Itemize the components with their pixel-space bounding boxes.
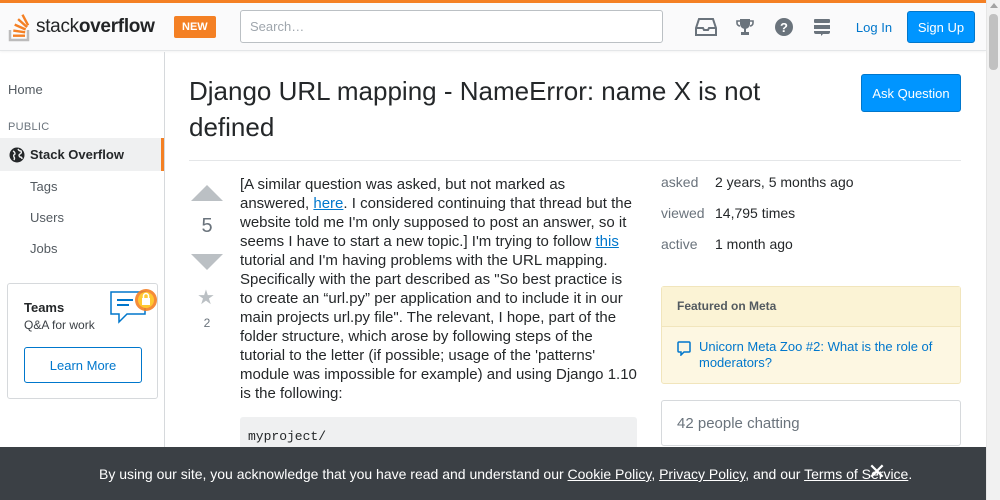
sidebar-item-label: Stack Overflow xyxy=(30,147,124,162)
teams-illustration-icon xyxy=(110,289,157,324)
meta-item[interactable]: Unicorn Meta Zoo #2: What is the role of… xyxy=(677,339,952,371)
left-sidebar: Home PUBLIC Stack Overflow Tags Users Jo… xyxy=(0,52,165,500)
inbox-icon[interactable] xyxy=(695,16,717,38)
stat-viewed-label: viewed xyxy=(661,205,705,221)
stat-asked-value: 2 years, 5 months ago xyxy=(715,174,854,190)
svg-text:?: ? xyxy=(780,20,788,35)
page-scrollbar[interactable] xyxy=(986,0,1000,500)
sidebar-item-home[interactable]: Home xyxy=(8,82,43,97)
favorite-star-icon[interactable]: ★ xyxy=(197,288,215,308)
trophy-icon[interactable] xyxy=(734,16,756,38)
vote-count: 5 xyxy=(201,215,213,237)
stat-active-value[interactable]: 1 month ago xyxy=(715,236,793,252)
help-icon[interactable]: ? xyxy=(773,16,795,38)
terms-of-service-link[interactable]: Terms of Service xyxy=(804,466,908,482)
ask-question-button[interactable]: Ask Question xyxy=(861,74,961,112)
sidebar-section-public: PUBLIC xyxy=(8,121,50,133)
scroll-thumb[interactable] xyxy=(989,14,998,70)
meta-chat-icon xyxy=(677,341,691,356)
cookie-text: By using our site, you acknowledge that … xyxy=(99,466,912,482)
search-input[interactable] xyxy=(240,10,663,43)
cookie-text-2: , and our xyxy=(745,466,805,482)
stat-active-label: active xyxy=(661,236,698,252)
question-body: [A similar question was asked, but not m… xyxy=(240,175,637,403)
sidebar-item-users[interactable]: Users xyxy=(30,210,64,225)
cookie-policy-link[interactable]: Cookie Policy xyxy=(568,466,652,482)
login-button[interactable]: Log In xyxy=(845,11,903,43)
link-here[interactable]: here xyxy=(313,195,343,212)
cookie-banner: By using our site, you acknowledge that … xyxy=(0,447,986,500)
new-badge[interactable]: NEW xyxy=(174,16,216,38)
logo-suffix: overflow xyxy=(78,16,155,37)
title-divider xyxy=(189,160,961,161)
stack-exchange-icon[interactable] xyxy=(811,16,833,38)
top-header: stackoverflow NEW ? Log In Sign Up xyxy=(0,3,986,51)
teams-subtitle: Q&A for work xyxy=(24,318,95,332)
learn-more-button[interactable]: Learn More xyxy=(24,347,142,383)
sidebar-item-tags[interactable]: Tags xyxy=(30,179,57,194)
cookie-text-1: By using our site, you acknowledge that … xyxy=(99,466,568,482)
chat-widget[interactable]: 42 people chatting xyxy=(661,400,961,446)
body-text-3: tutorial and I'm having problems with th… xyxy=(240,252,637,402)
cookie-text-3: . xyxy=(908,466,913,482)
logo-prefix: stack xyxy=(36,16,79,37)
sidebar-item-stack-overflow[interactable]: Stack Overflow xyxy=(0,138,164,171)
signup-button[interactable]: Sign Up xyxy=(907,11,975,43)
stat-asked-label: asked xyxy=(661,174,699,190)
close-icon[interactable]: ✕ xyxy=(867,461,887,483)
meta-item-link[interactable]: Unicorn Meta Zoo #2: What is the role of… xyxy=(699,339,952,371)
globe-icon xyxy=(9,147,25,163)
privacy-policy-link[interactable]: Privacy Policy xyxy=(659,466,745,482)
stackoverflow-logo[interactable]: stackoverflow xyxy=(8,11,155,43)
featured-on-meta: Featured on Meta Unicorn Meta Zoo #2: Wh… xyxy=(661,286,961,384)
question-title[interactable]: Django URL mapping - NameError: name X i… xyxy=(189,73,829,145)
stat-viewed-value: 14,795 times xyxy=(715,205,796,221)
cookie-sep: , xyxy=(651,466,660,482)
chat-count-text: 42 people chatting xyxy=(677,415,800,432)
teams-promo: Teams Q&A for work Learn More xyxy=(7,283,158,399)
sidebar-item-jobs[interactable]: Jobs xyxy=(30,241,57,256)
upvote-arrow-icon[interactable] xyxy=(191,185,223,201)
teams-title: Teams xyxy=(24,300,65,315)
stackoverflow-logo-icon xyxy=(8,14,30,42)
downvote-arrow-icon[interactable] xyxy=(191,254,223,270)
scroll-up-arrow-icon[interactable] xyxy=(990,3,998,8)
favorite-count: 2 xyxy=(203,316,211,330)
logo-wordmark: stackoverflow xyxy=(36,16,155,38)
meta-heading: Featured on Meta xyxy=(662,287,960,327)
link-this[interactable]: this xyxy=(596,233,619,250)
